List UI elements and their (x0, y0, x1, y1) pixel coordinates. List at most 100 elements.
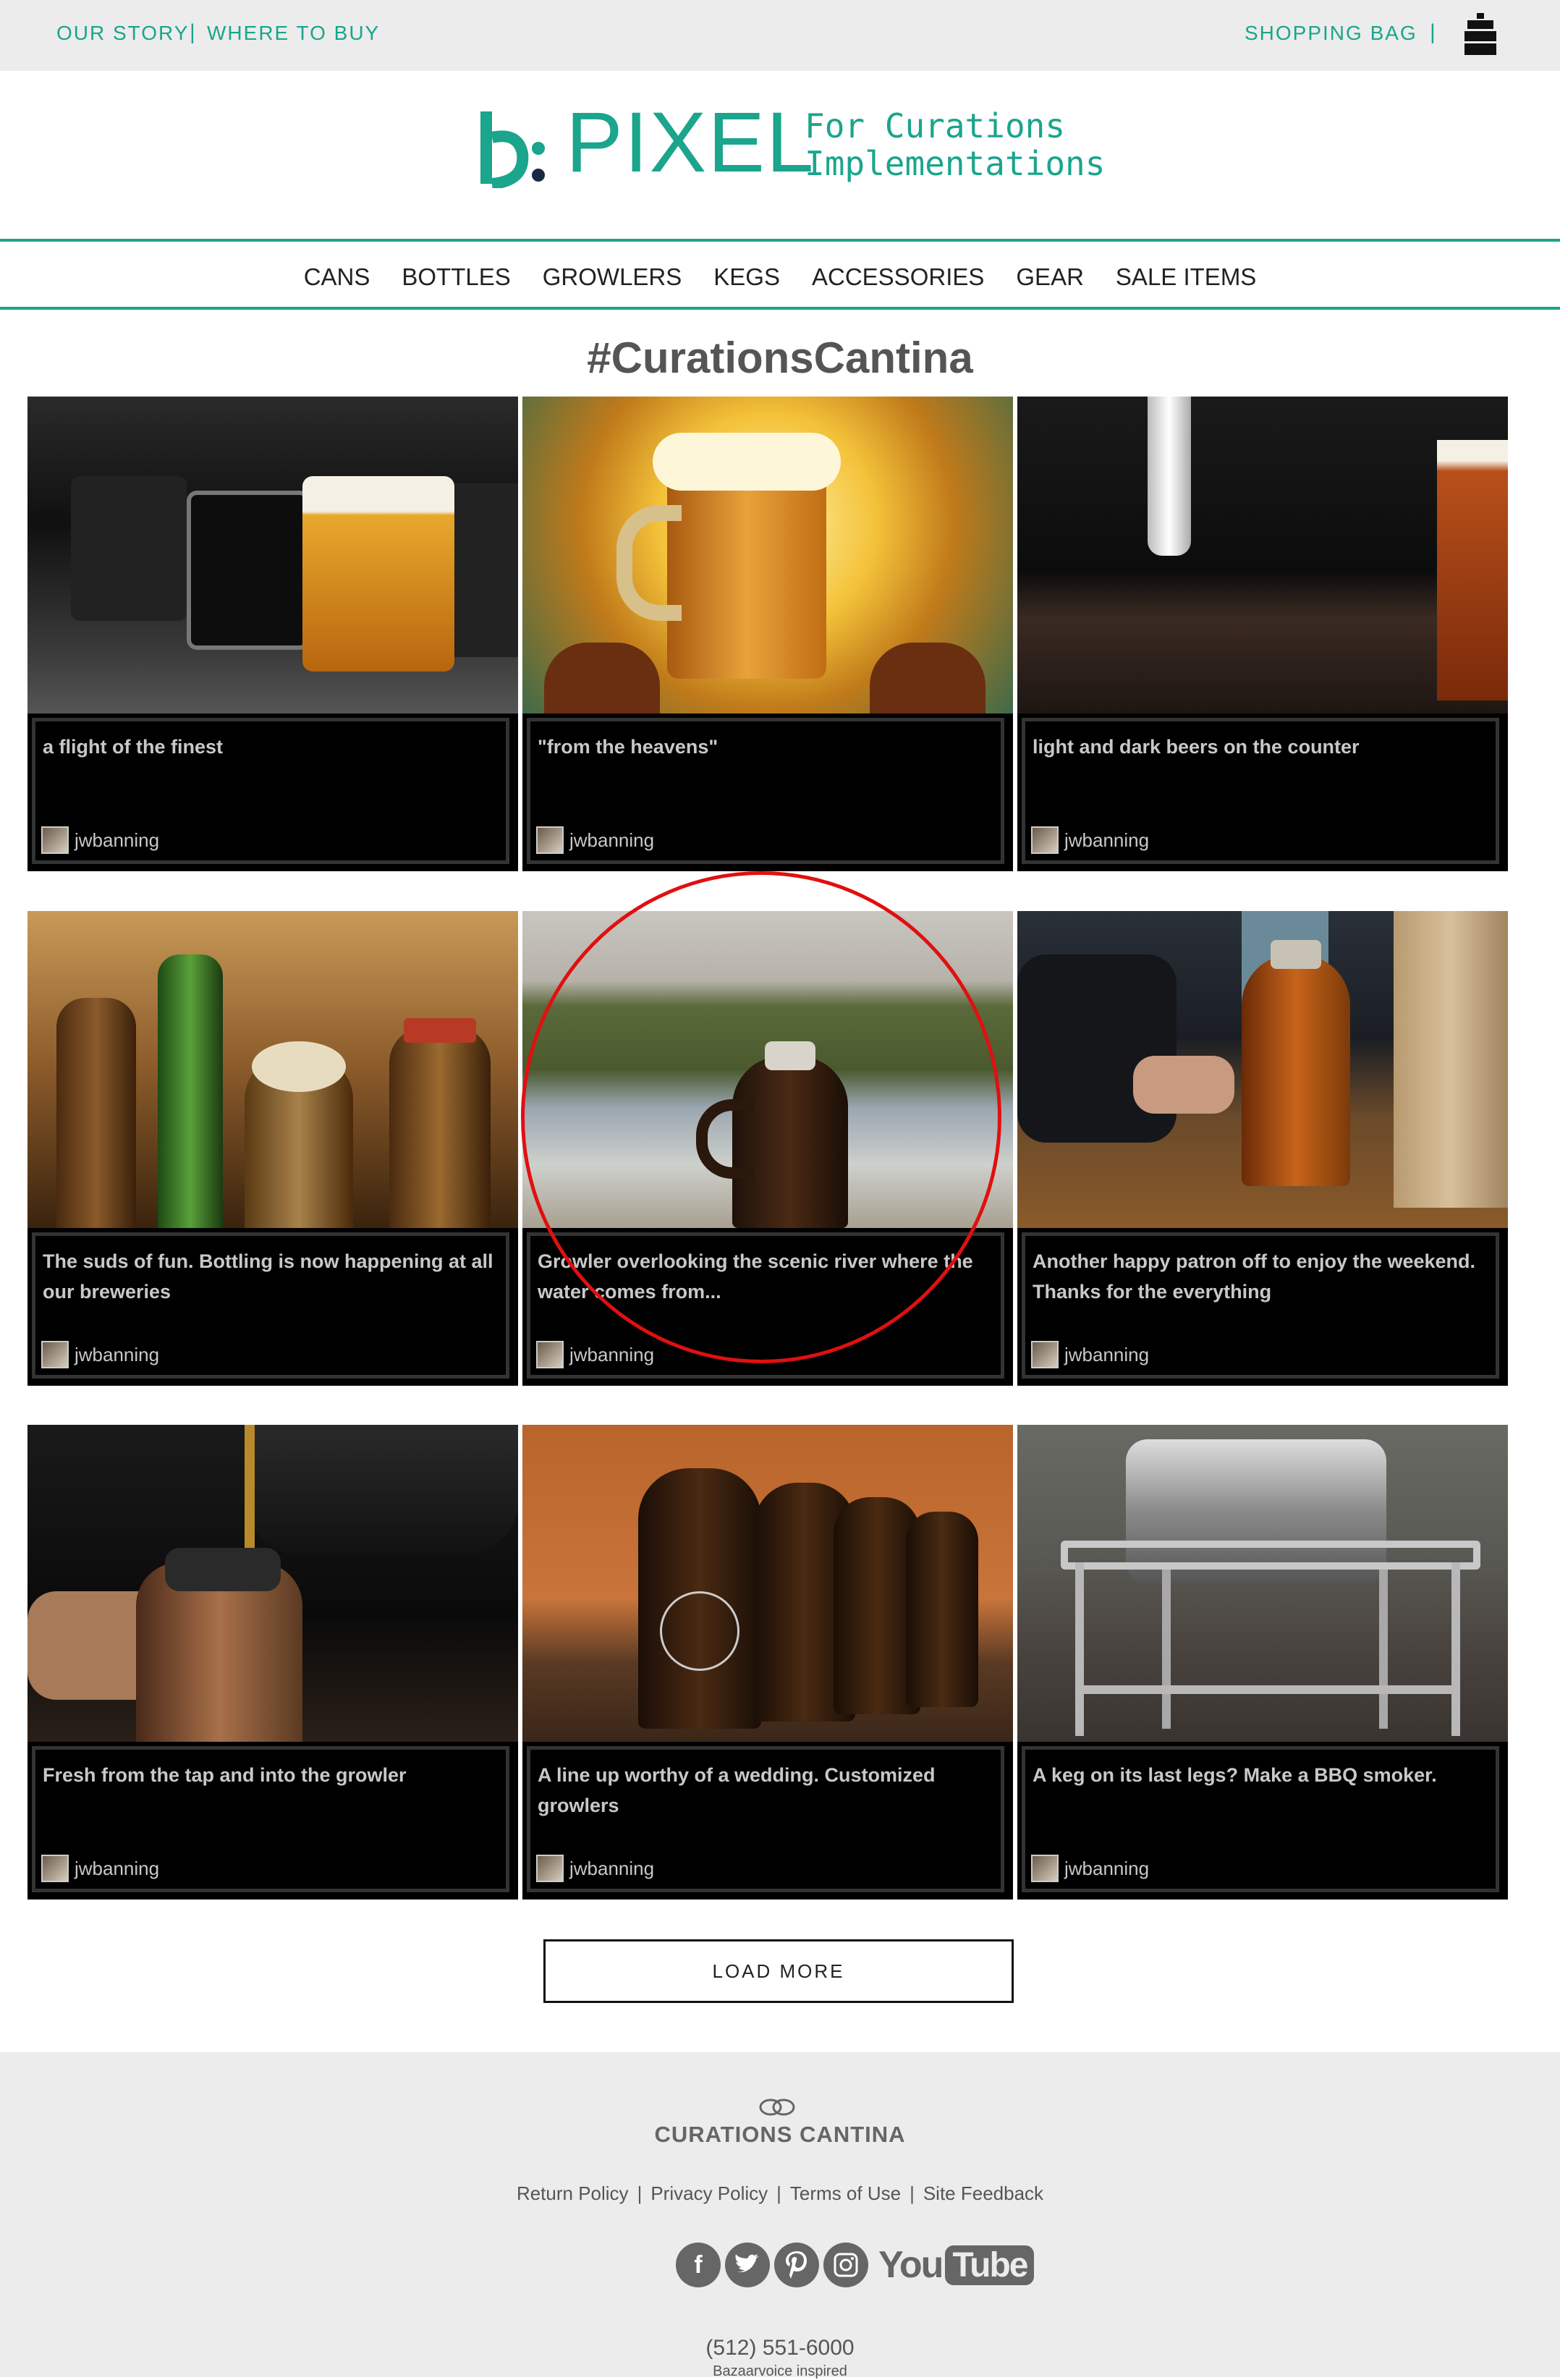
author-name: jwbanning (75, 1343, 160, 1365)
facebook-icon[interactable]: f (676, 2243, 721, 2287)
author-name: jwbanning (75, 829, 160, 851)
footer: CURATIONS CANTINA Return Policy | Privacy … (0, 2052, 1560, 2379)
shopping-bag-link[interactable]: SHOPPING BAG (1245, 22, 1417, 45)
card-caption: The suds of fun. Bottling is now happeni… (43, 1250, 493, 1303)
terms-of-use-link[interactable]: Terms of Use (790, 2182, 901, 2204)
card-author[interactable]: jwbanning (536, 1854, 654, 1883)
gallery-card[interactable]: A keg on its last legs? Make a BBQ smoke… (1017, 1425, 1508, 1900)
gallery-card[interactable]: Growler overlooking the scenic river whe… (522, 911, 1013, 1386)
footer-link-separator: | (637, 2182, 643, 2204)
curations-logo-icon (759, 2099, 795, 2116)
nav-bottles[interactable]: BOTTLES (402, 263, 510, 291)
gallery-card[interactable]: "from the heavens" jwbanning (522, 397, 1013, 871)
inspired-note: Bazaarvoice inspired (713, 2363, 847, 2379)
avatar (1031, 826, 1059, 854)
keg-smoker-photo (1017, 1425, 1508, 1742)
avatar (1031, 1341, 1059, 1368)
nav-accessories[interactable]: ACCESSORIES (812, 263, 984, 291)
author-name: jwbanning (569, 1857, 655, 1879)
wedding-growlers-photo (522, 1425, 1013, 1742)
brand-tagline: For Curations Implementations (805, 107, 1105, 182)
tap-into-growler-photo (27, 1425, 518, 1742)
card-author[interactable]: jwbanning (536, 826, 654, 855)
youtube-icon[interactable]: You Tube (878, 2243, 1035, 2287)
card-author[interactable]: jwbanning (1031, 1854, 1149, 1883)
gallery-card[interactable]: Fresh from the tap and into the growler … (27, 1425, 518, 1900)
youtube-you-text: You (878, 2244, 944, 2286)
beer-flight-photo (27, 397, 518, 713)
b-colon-logo-icon (480, 111, 545, 188)
brand-name: PIXEL (566, 95, 815, 190)
caption-box: Another happy patron off to enjoy the we… (1022, 1232, 1499, 1379)
caption-box: Growler overlooking the scenic river whe… (527, 1232, 1004, 1379)
card-caption: "from the heavens" (538, 736, 718, 758)
footer-link-separator: | (910, 2182, 915, 2204)
nav-sale-items[interactable]: SALE ITEMS (1116, 263, 1256, 291)
card-author[interactable]: jwbanning (41, 1340, 159, 1369)
heavenly-beer-mug-photo (522, 397, 1013, 713)
avatar (41, 1341, 69, 1368)
tagline-line-2: Implementations (805, 144, 1106, 183)
avatar (536, 826, 564, 854)
nav-cans[interactable]: CANS (304, 263, 370, 291)
author-name: jwbanning (569, 829, 655, 851)
growler-river-photo (522, 911, 1013, 1228)
author-name: jwbanning (1064, 1857, 1150, 1879)
gallery-card[interactable]: a flight of the finest jwbanning (27, 397, 518, 871)
footer-brand: CURATIONS CANTINA (654, 2122, 906, 2147)
card-caption: a flight of the finest (43, 736, 223, 758)
footer-links: Return Policy | Privacy Policy | Terms of Us… (0, 2182, 1560, 2205)
caption-box: Fresh from the tap and into the growler … (32, 1746, 509, 1892)
pinterest-icon[interactable] (774, 2243, 819, 2287)
topbar-separator: | (1430, 20, 1436, 44)
beers-on-counter-photo (1017, 397, 1508, 713)
avatar (1031, 1855, 1059, 1882)
gallery-card[interactable]: Another happy patron off to enjoy the we… (1017, 911, 1508, 1386)
card-author[interactable]: jwbanning (1031, 1340, 1149, 1369)
gallery-card[interactable]: A line up worthy of a wedding. Customize… (522, 1425, 1013, 1900)
card-author[interactable]: jwbanning (536, 1340, 654, 1369)
bottling-photo (27, 911, 518, 1228)
author-name: jwbanning (1064, 1343, 1150, 1365)
caption-box: The suds of fun. Bottling is now happeni… (32, 1232, 509, 1379)
utility-bar: OUR STORY | WHERE TO BUY SHOPPING BAG | (0, 0, 1560, 71)
caption-box: a flight of the finest jwbanning (32, 718, 509, 864)
our-story-link[interactable]: OUR STORY (56, 22, 189, 45)
nav-gear[interactable]: GEAR (1016, 263, 1084, 291)
gallery-card[interactable]: light and dark beers on the counter jwba… (1017, 397, 1508, 871)
social-links: f You Tube (676, 2242, 1035, 2288)
author-name: jwbanning (1064, 829, 1150, 851)
avatar (536, 1341, 564, 1368)
avatar (536, 1855, 564, 1882)
header-logo[interactable]: PIXEL For Curations Implementations (0, 71, 1560, 239)
instagram-icon[interactable] (823, 2243, 868, 2287)
phone-number[interactable]: (512) 551-6000 (0, 2336, 1560, 2360)
card-author[interactable]: jwbanning (1031, 826, 1149, 855)
twitter-icon[interactable] (725, 2243, 770, 2287)
load-more-button[interactable]: LOAD MORE (543, 1939, 1014, 2003)
nav-growlers[interactable]: GROWLERS (543, 263, 682, 291)
return-policy-link[interactable]: Return Policy (517, 2182, 629, 2204)
site-feedback-link[interactable]: Site Feedback (923, 2182, 1043, 2204)
card-caption: light and dark beers on the counter (1033, 736, 1360, 758)
gallery-title: #CurationsCantina (587, 334, 973, 382)
privacy-policy-link[interactable]: Privacy Policy (650, 2182, 768, 2204)
avatar (41, 1855, 69, 1882)
card-author[interactable]: jwbanning (41, 826, 159, 855)
author-name: jwbanning (75, 1857, 160, 1879)
tagline-line-1: For Curations (805, 106, 1066, 145)
avatar (41, 826, 69, 854)
nav-kegs[interactable]: KEGS (713, 263, 780, 291)
gallery-card[interactable]: The suds of fun. Bottling is now happeni… (27, 911, 518, 1386)
footer-link-separator: | (776, 2182, 781, 2204)
happy-patron-photo (1017, 911, 1508, 1228)
topbar-separator: | (190, 20, 195, 44)
caption-box: light and dark beers on the counter jwba… (1022, 718, 1499, 864)
card-author[interactable]: jwbanning (41, 1854, 159, 1883)
youtube-tube-text: Tube (945, 2245, 1035, 2285)
card-caption: A line up worthy of a wedding. Customize… (538, 1764, 936, 1816)
shopping-bag-icon[interactable] (1463, 13, 1498, 56)
card-caption: A keg on its last legs? Make a BBQ smoke… (1033, 1764, 1437, 1786)
caption-box: A keg on its last legs? Make a BBQ smoke… (1022, 1746, 1499, 1892)
where-to-buy-link[interactable]: WHERE TO BUY (207, 22, 380, 45)
